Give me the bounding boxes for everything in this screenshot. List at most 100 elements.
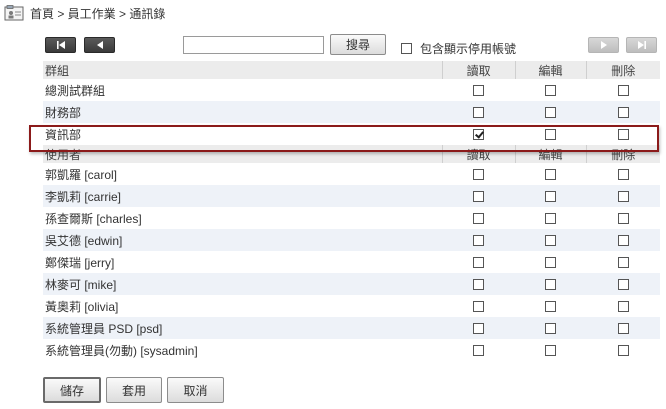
user-row-delete-cell: [586, 273, 660, 295]
delete-checkbox[interactable]: [617, 235, 629, 247]
delete-checkbox[interactable]: [617, 191, 629, 203]
previous-page-button[interactable]: [84, 37, 115, 53]
read-checkbox[interactable]: [473, 301, 485, 313]
delete-checkbox[interactable]: [617, 323, 629, 335]
user-row: 鄭傑瑞 [jerry]: [43, 251, 660, 273]
address-book-icon: [4, 5, 24, 21]
group-row: 總測試群組: [43, 79, 660, 101]
edit-checkbox[interactable]: [545, 213, 557, 225]
user-header: 使用者 讀取 編輯 刪除: [43, 145, 660, 163]
read-checkbox[interactable]: [473, 279, 485, 291]
edit-checkbox[interactable]: [545, 323, 557, 335]
save-button[interactable]: 儲存: [43, 377, 101, 403]
breadcrumb: 首頁 > 員工作業 > 通訊錄: [4, 4, 165, 22]
edit-checkbox[interactable]: [545, 279, 557, 291]
read-checkbox[interactable]: [473, 191, 485, 203]
delete-checkbox[interactable]: [617, 129, 629, 141]
user-row: 吳艾德 [edwin]: [43, 229, 660, 251]
user-row-name: 鄭傑瑞 [jerry]: [45, 255, 115, 270]
group-row-edit-cell: [515, 123, 586, 145]
user-row-edit-cell: [515, 273, 587, 295]
user-row-name: 黃奧莉 [olivia]: [45, 299, 119, 314]
user-row-name: 系統管理員(勿動) [sysadmin]: [45, 343, 198, 358]
user-header-read: 讀取: [441, 145, 516, 163]
user-header-edit: 編輯: [514, 145, 587, 163]
delete-checkbox[interactable]: [617, 85, 629, 97]
read-checkbox[interactable]: [473, 235, 485, 247]
first-page-icon: [56, 41, 65, 49]
user-row-delete-cell: [586, 295, 660, 317]
group-header-delete: 刪除: [585, 61, 660, 79]
group-row-name: 財務部: [43, 101, 443, 123]
user-row-edit-cell: [515, 295, 586, 317]
read-checkbox[interactable]: [473, 323, 485, 335]
user-row-read-cell: [442, 185, 516, 207]
group-row-name: 資訊部: [45, 127, 82, 142]
first-page-button[interactable]: [45, 37, 76, 53]
user-row-delete-cell: [586, 207, 660, 229]
read-checkbox[interactable]: [473, 345, 485, 357]
group-row: 資訊部: [43, 123, 660, 145]
user-row-edit-cell: [515, 251, 586, 273]
last-page-button[interactable]: [626, 37, 657, 53]
delete-checkbox[interactable]: [617, 279, 629, 291]
user-row-read-cell: [442, 295, 515, 317]
user-row-name: 林麥可 [mike]: [43, 273, 443, 295]
delete-checkbox[interactable]: [617, 213, 629, 225]
edit-checkbox[interactable]: [545, 129, 557, 141]
include-disabled-checkbox[interactable]: [401, 43, 412, 54]
edit-checkbox[interactable]: [545, 191, 557, 203]
user-row-delete-cell: [586, 229, 660, 251]
search-input[interactable]: [183, 36, 324, 54]
delete-checkbox[interactable]: [617, 345, 629, 357]
delete-checkbox[interactable]: [617, 257, 629, 269]
group-row-name: 總測試群組: [45, 83, 106, 98]
edit-checkbox[interactable]: [545, 257, 557, 269]
delete-checkbox[interactable]: [617, 107, 629, 119]
user-row-edit-cell: [515, 185, 587, 207]
delete-checkbox[interactable]: [617, 169, 629, 181]
user-row: 林麥可 [mike]: [43, 273, 660, 295]
edit-checkbox[interactable]: [545, 85, 557, 97]
edit-checkbox[interactable]: [545, 235, 557, 247]
apply-button[interactable]: 套用: [106, 377, 162, 403]
user-row-name: 李凱莉 [carrie]: [43, 185, 443, 207]
edit-checkbox[interactable]: [545, 107, 557, 119]
user-row-read-cell: [442, 229, 516, 251]
user-row-read-cell: [442, 339, 515, 361]
include-disabled-label: 包含顯示停用帳號: [420, 42, 517, 56]
read-checkbox[interactable]: [473, 169, 485, 181]
user-row-name: 系統管理員 PSD [psd]: [43, 317, 443, 339]
group-row-delete-cell: [586, 79, 660, 101]
next-page-button[interactable]: [588, 37, 619, 53]
group-header-edit: 編輯: [514, 61, 587, 79]
include-disabled-option[interactable]: 包含顯示停用帳號: [401, 40, 516, 57]
search-button[interactable]: 搜尋: [330, 34, 386, 55]
read-checkbox[interactable]: [473, 213, 485, 225]
user-row-name: 郭凱羅 [carol]: [45, 167, 118, 182]
edit-checkbox[interactable]: [545, 345, 557, 357]
read-checkbox[interactable]: [473, 85, 485, 97]
user-row-delete-cell: [586, 339, 660, 361]
user-row: 郭凱羅 [carol]: [43, 163, 660, 185]
group-row: 財務部: [43, 101, 660, 123]
user-row-delete-cell: [586, 251, 660, 273]
breadcrumb-text: 首頁 > 員工作業 > 通訊錄: [30, 6, 166, 21]
last-page-icon: [637, 41, 646, 49]
edit-checkbox[interactable]: [545, 169, 557, 181]
cancel-button[interactable]: 取消: [167, 377, 224, 403]
user-row-edit-cell: [515, 229, 587, 251]
user-row-read-cell: [442, 207, 515, 229]
user-row-name: 吳艾德 [edwin]: [43, 229, 443, 251]
read-checkbox[interactable]: [473, 107, 485, 119]
group-header-read: 讀取: [441, 61, 516, 79]
read-checkbox[interactable]: [473, 129, 485, 141]
edit-checkbox[interactable]: [545, 301, 557, 313]
user-row: 系統管理員 PSD [psd]: [43, 317, 660, 339]
group-header: 群組 讀取 編輯 刪除: [43, 61, 660, 79]
group-row-read-cell: [442, 123, 515, 145]
read-checkbox[interactable]: [473, 257, 485, 269]
delete-checkbox[interactable]: [617, 301, 629, 313]
user-row-edit-cell: [515, 339, 586, 361]
group-row-edit-cell: [515, 101, 587, 123]
